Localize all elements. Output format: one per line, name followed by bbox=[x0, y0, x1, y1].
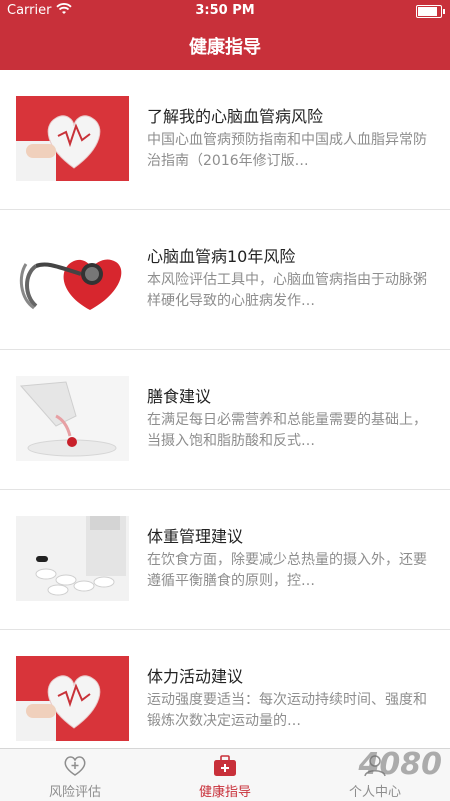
header-bar: Carrier 3:50 PM 健康指导 bbox=[0, 0, 450, 70]
item-description: 在满足每日必需营养和总能量需要的基础上，当摄入饱和脂肪酸和反式… bbox=[147, 412, 427, 449]
heart-image bbox=[16, 656, 129, 741]
page-title: 健康指导 bbox=[189, 37, 261, 58]
medical-kit-icon bbox=[214, 755, 236, 776]
list-item[interactable]: 心脑血管病10年风险 本风险评估工具中，心脑血管病指由于动脉粥样硬化导致的心脏病… bbox=[0, 210, 450, 350]
item-description: 本风险评估工具中，心脑血管病指由于动脉粥样硬化导致的心脏病发作… bbox=[147, 272, 427, 309]
battery-icon bbox=[416, 5, 445, 18]
item-title: 体重管理建议 bbox=[147, 527, 244, 546]
tab-health-guide[interactable]: 健康指导 bbox=[150, 749, 300, 801]
list-item[interactable]: 体力活动建议 运动强度要适当：每次运动持续时间、强度和锻炼次数决定运动量的… bbox=[0, 630, 450, 748]
tab-label: 风险评估 bbox=[48, 785, 101, 800]
watermark-logo: 4080 bbox=[358, 747, 443, 782]
tab-label: 健康指导 bbox=[198, 785, 251, 800]
article-list: 了解我的心脑血管病风险 中国心血管病预防指南和中国成人血脂异常防治指南（2016… bbox=[0, 70, 450, 748]
item-description: 中国心血管病预防指南和中国成人血脂异常防治指南（2016年修订版… bbox=[147, 132, 427, 169]
heart-plus-icon bbox=[64, 756, 86, 776]
status-time: 3:50 PM bbox=[195, 3, 255, 18]
tab-risk-assessment[interactable]: 风险评估 bbox=[0, 749, 150, 801]
list-item[interactable]: 体重管理建议 在饮食方面，除要减少总热量的摄入外，还要遵循平衡膳食的原则，控… bbox=[0, 490, 450, 630]
glass-drop-image bbox=[16, 376, 129, 461]
tab-label: 个人中心 bbox=[348, 785, 401, 800]
item-description: 运动强度要适当：每次运动持续时间、强度和锻炼次数决定运动量的… bbox=[147, 692, 427, 729]
item-title: 体力活动建议 bbox=[147, 667, 244, 686]
item-title: 膳食建议 bbox=[147, 387, 212, 406]
item-title: 了解我的心脑血管病风险 bbox=[147, 107, 324, 126]
pills-image bbox=[16, 516, 129, 601]
list-item[interactable]: 膳食建议 在满足每日必需营养和总能量需要的基础上，当摄入饱和脂肪酸和反式… bbox=[0, 350, 450, 490]
stethoscope-heart-image bbox=[16, 236, 129, 321]
item-description: 在饮食方面，除要减少总热量的摄入外，还要遵循平衡膳食的原则，控… bbox=[147, 552, 427, 589]
item-title: 心脑血管病10年风险 bbox=[147, 247, 296, 266]
status-bar: Carrier 3:50 PM bbox=[0, 0, 450, 22]
heart-image bbox=[16, 96, 129, 181]
list-item[interactable]: 了解我的心脑血管病风险 中国心血管病预防指南和中国成人血脂异常防治指南（2016… bbox=[0, 70, 450, 210]
